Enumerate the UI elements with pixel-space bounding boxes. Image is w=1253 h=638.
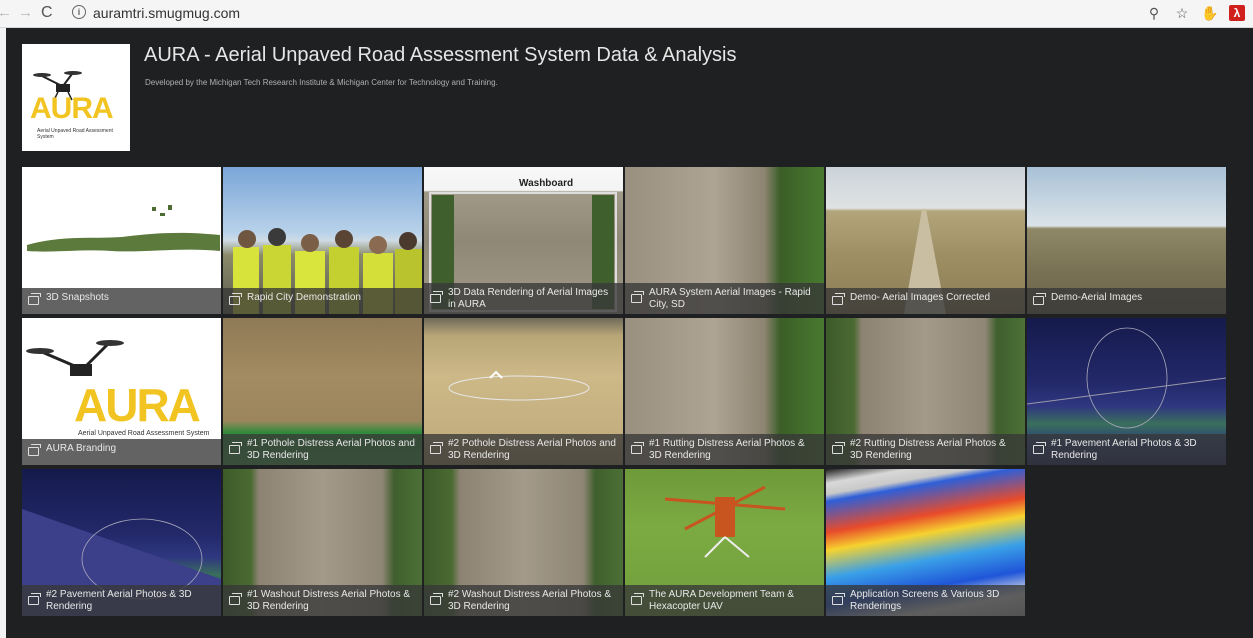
gallery-tile-aura-system-images[interactable]: AURA System Aerial Images - Rapid City, … — [625, 167, 824, 314]
gallery-tile-rutting-2[interactable]: #2 Rutting Distress Aerial Photos & 3D R… — [826, 318, 1025, 465]
gallery-caption: AURA Branding — [22, 439, 221, 465]
gallery-tile-demo-corrected[interactable]: Demo- Aerial Images Corrected — [826, 167, 1025, 314]
gallery-caption: Demo-Aerial Images — [1027, 288, 1226, 314]
gallery-caption: #1 Rutting Distress Aerial Photos & 3D R… — [625, 434, 824, 465]
gallery-tile-3d-snapshots[interactable]: 3D Snapshots — [22, 167, 221, 314]
gallery-icon — [28, 592, 41, 605]
gallery-tile-rapid-city[interactable]: Rapid City Demonstration — [223, 167, 422, 314]
gallery-caption: #1 Pavement Aerial Photos & 3D Rendering — [1027, 434, 1226, 465]
gallery-tile-aura-branding[interactable]: AURA Aerial Unpaved Road Assessment Syst… — [22, 318, 221, 465]
address-bar[interactable]: i auramtri.smugmug.com — [66, 3, 1166, 23]
gallery-tile-demo-aerial[interactable]: Demo-Aerial Images — [1027, 167, 1226, 314]
gallery-icon — [229, 293, 242, 305]
gallery-tile-pavement-2[interactable]: #2 Pavement Aerial Photos & 3D Rendering — [22, 469, 221, 616]
reload-icon[interactable]: C — [41, 4, 53, 22]
gallery-tile-development-team[interactable]: The AURA Development Team & Hexacopter U… — [625, 469, 824, 616]
info-icon[interactable]: i — [72, 5, 86, 19]
gallery-tile-washout-1[interactable]: #1 Washout Distress Aerial Photos & 3D R… — [223, 469, 422, 616]
gallery-caption: Application Screens & Various 3D Renderi… — [826, 585, 1025, 616]
gallery-tile-3d-rendering[interactable]: Washboard 3D Data Rendering of Aerial Im… — [424, 167, 623, 314]
gallery-caption: Demo- Aerial Images Corrected — [826, 288, 1025, 314]
gallery-caption: #2 Pothole Distress Aerial Photos and 3D… — [424, 434, 623, 465]
pdf-extension-icon[interactable]: λ — [1229, 5, 1245, 21]
gallery-icon — [832, 592, 845, 605]
gallery-caption: 3D Data Rendering of Aerial Images in AU… — [424, 283, 623, 314]
gallery-caption: #2 Pavement Aerial Photos & 3D Rendering — [22, 585, 221, 616]
toolbar-icons: ⚲ ☆ ✋ λ — [1145, 4, 1245, 22]
gallery-icon — [28, 444, 41, 456]
gallery-tile-pothole-1[interactable]: #1 Pothole Distress Aerial Photos and 3D… — [223, 318, 422, 465]
gallery-caption: #1 Pothole Distress Aerial Photos and 3D… — [223, 434, 422, 465]
gallery-tile-pothole-2[interactable]: #2 Pothole Distress Aerial Photos and 3D… — [424, 318, 623, 465]
page-subtitle: Developed by the Michigan Tech Research … — [145, 78, 498, 87]
gallery-icon — [28, 293, 41, 305]
gallery-caption: The AURA Development Team & Hexacopter U… — [625, 585, 824, 616]
gallery-icon — [631, 592, 644, 605]
forward-icon[interactable]: → — [18, 4, 33, 22]
gallery-icon — [832, 441, 845, 454]
logo-text: AURA — [30, 92, 114, 125]
zoom-icon[interactable]: ⚲ — [1145, 4, 1163, 22]
gallery-tile-rutting-1[interactable]: #1 Rutting Distress Aerial Photos & 3D R… — [625, 318, 824, 465]
branding-text: AURA — [74, 379, 201, 431]
gallery-icon — [631, 441, 644, 454]
browser-toolbar: ← → C i auramtri.smugmug.com ⚲ ☆ ✋ λ — [0, 0, 1253, 28]
page-content: AURA Aerial Unpaved Road Assessment Syst… — [6, 28, 1253, 638]
gallery-icon — [430, 441, 443, 454]
gallery-caption: Rapid City Demonstration — [223, 288, 422, 314]
bookmark-star-icon[interactable]: ☆ — [1173, 4, 1191, 22]
gallery-icon — [229, 592, 242, 605]
site-logo[interactable]: AURA Aerial Unpaved Road Assessment Syst… — [22, 44, 130, 151]
url-text[interactable]: auramtri.smugmug.com — [93, 5, 240, 21]
gallery-icon — [430, 592, 443, 605]
gallery-caption: 3D Snapshots — [22, 288, 221, 314]
gallery-icon — [631, 290, 644, 303]
page-title: AURA - Aerial Unpaved Road Assessment Sy… — [144, 44, 737, 66]
gallery-icon — [1033, 441, 1046, 454]
gallery-tile-pavement-1[interactable]: #1 Pavement Aerial Photos & 3D Rendering — [1027, 318, 1226, 465]
gallery-icon — [832, 293, 845, 305]
gallery-caption: #1 Washout Distress Aerial Photos & 3D R… — [223, 585, 422, 616]
back-icon[interactable]: ← — [0, 4, 12, 22]
gallery-icon — [229, 441, 242, 454]
extension-icon[interactable]: ✋ — [1201, 4, 1219, 22]
gallery-tile-washout-2[interactable]: #2 Washout Distress Aerial Photos & 3D R… — [424, 469, 623, 616]
branding-tagline: Aerial Unpaved Road Assessment System — [78, 430, 210, 437]
logo-tagline: Aerial Unpaved Road Assessment System — [37, 128, 113, 140]
gallery-tile-application-screens[interactable]: Application Screens & Various 3D Renderi… — [826, 469, 1025, 616]
gallery-caption: #2 Washout Distress Aerial Photos & 3D R… — [424, 585, 623, 616]
gallery-caption: AURA System Aerial Images - Rapid City, … — [625, 283, 824, 314]
gallery-icon — [1033, 293, 1046, 305]
gallery-caption: #2 Rutting Distress Aerial Photos & 3D R… — [826, 434, 1025, 465]
gallery-icon — [430, 290, 443, 303]
